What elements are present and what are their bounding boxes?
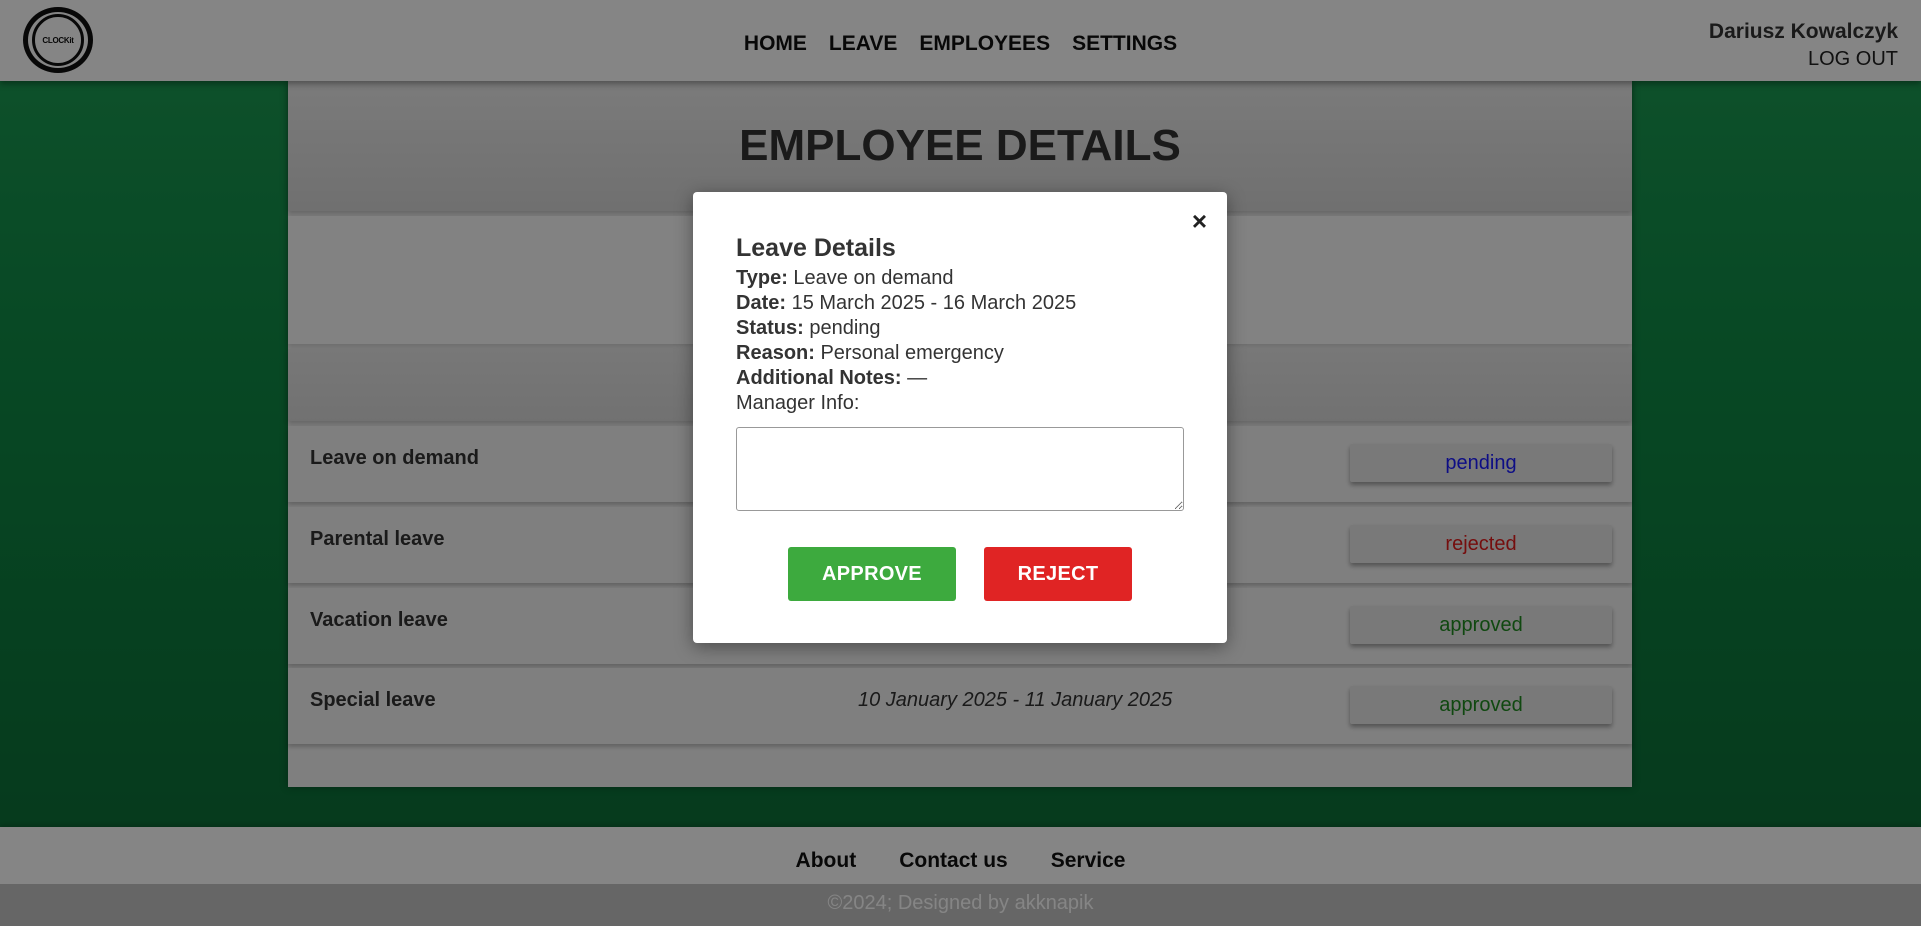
notes-line: Additional Notes: — [736, 366, 1184, 391]
reason-label: Reason: [736, 342, 815, 364]
approve-button[interactable]: APPROVE [788, 547, 956, 601]
modal-actions: APPROVE REJECT [736, 547, 1184, 601]
type-line: Type: Leave on demand [736, 266, 1184, 291]
type-value: Leave on demand [793, 267, 954, 289]
type-label: Type: [736, 267, 788, 289]
notes-label: Additional Notes: [736, 367, 902, 389]
status-value: pending [809, 317, 881, 339]
reason-line: Reason: Personal emergency [736, 341, 1184, 366]
reason-value: Personal emergency [820, 342, 1004, 364]
notes-value: — [907, 367, 928, 389]
manager-info-input[interactable] [736, 427, 1184, 511]
modal-title: Leave Details [736, 234, 896, 262]
date-label: Date: [736, 292, 787, 314]
close-icon[interactable]: × [1192, 208, 1207, 234]
manager-info-label: Manager Info: [736, 392, 860, 414]
leave-details-modal: × Leave Details Type: Leave on demand Da… [693, 192, 1227, 643]
status-line: Status: pending [736, 316, 1184, 341]
date-value: 15 March 2025 - 16 March 2025 [791, 292, 1077, 314]
status-label: Status: [736, 317, 804, 339]
reject-button[interactable]: REJECT [984, 547, 1132, 601]
date-line: Date: 15 March 2025 - 16 March 2025 [736, 291, 1184, 316]
